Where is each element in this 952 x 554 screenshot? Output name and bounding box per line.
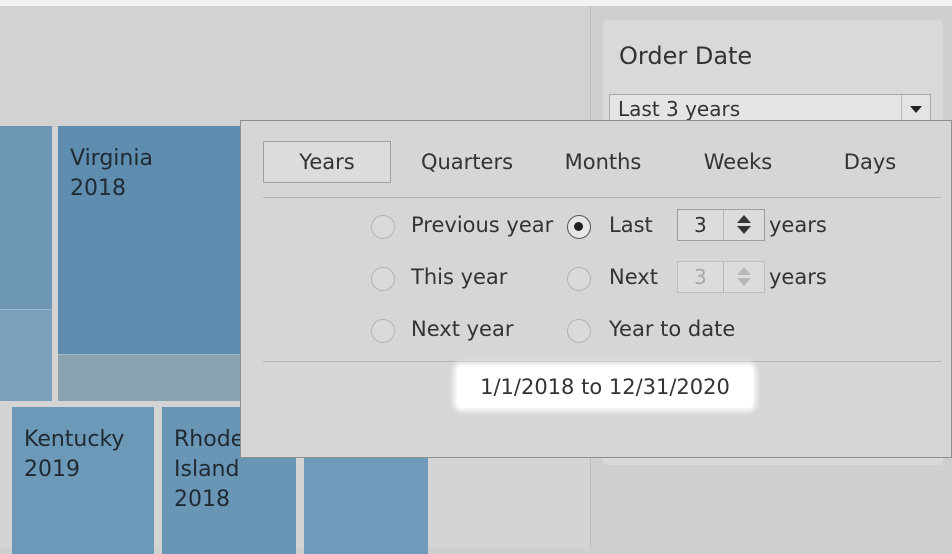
years-unit-label: years: [769, 213, 827, 237]
arrow-down-icon[interactable]: [737, 226, 751, 234]
tile-label: Virginia 2018: [70, 146, 153, 201]
next-years-stepper[interactable]: 3: [677, 261, 765, 293]
treemap-tile[interactable]: [58, 354, 258, 401]
years-unit-label: years: [769, 265, 827, 289]
tab-quarters[interactable]: Quarters: [405, 141, 529, 183]
radio-year-to-date[interactable]: [567, 319, 591, 343]
radio-last[interactable]: [567, 215, 591, 239]
label-next-year[interactable]: Next year: [411, 317, 513, 341]
tab-days[interactable]: Days: [815, 141, 925, 183]
dropdown-value: Last 3 years: [618, 97, 741, 121]
label-year-to-date[interactable]: Year to date: [609, 317, 735, 341]
divider: [263, 197, 941, 198]
label-last[interactable]: Last: [609, 213, 653, 237]
tab-months[interactable]: Months: [547, 141, 659, 183]
viz-header-area: [0, 6, 590, 127]
label-next[interactable]: Next: [609, 265, 658, 289]
radio-previous-year[interactable]: [371, 215, 395, 239]
filter-title: Order Date: [619, 42, 753, 70]
divider: [263, 361, 941, 362]
label-previous-year[interactable]: Previous year: [411, 213, 553, 237]
arrow-up-icon: [737, 267, 751, 275]
tile-label: Rhode Island 2018: [174, 427, 245, 512]
stepper-buttons[interactable]: [723, 210, 764, 240]
date-range-highlight: 1/1/2018 to 12/31/2020: [457, 366, 753, 408]
stepper-value[interactable]: 3: [694, 213, 707, 237]
radio-next-year[interactable]: [371, 319, 395, 343]
stepper-value: 3: [694, 265, 707, 289]
label-this-year[interactable]: This year: [411, 265, 507, 289]
radio-this-year[interactable]: [371, 267, 395, 291]
relative-date-popup: Years Quarters Months Weeks Days Previou…: [240, 120, 952, 458]
arrow-up-icon[interactable]: [737, 215, 751, 223]
tab-years[interactable]: Years: [263, 141, 391, 183]
treemap-tile[interactable]: [0, 126, 52, 309]
treemap-tile-virginia[interactable]: Virginia 2018: [58, 126, 258, 354]
treemap-tile-kentucky[interactable]: Kentucky 2019: [12, 407, 154, 554]
stepper-buttons: [723, 262, 764, 292]
tab-weeks[interactable]: Weeks: [685, 141, 791, 183]
radio-next[interactable]: [567, 267, 591, 291]
tile-label: Kentucky 2019: [24, 427, 125, 482]
chevron-down-icon[interactable]: [901, 95, 930, 123]
arrow-down-icon: [737, 278, 751, 286]
last-years-stepper[interactable]: 3: [677, 209, 765, 241]
treemap-tile[interactable]: [0, 309, 52, 401]
date-range-text: 1/1/2018 to 12/31/2020: [480, 375, 730, 399]
